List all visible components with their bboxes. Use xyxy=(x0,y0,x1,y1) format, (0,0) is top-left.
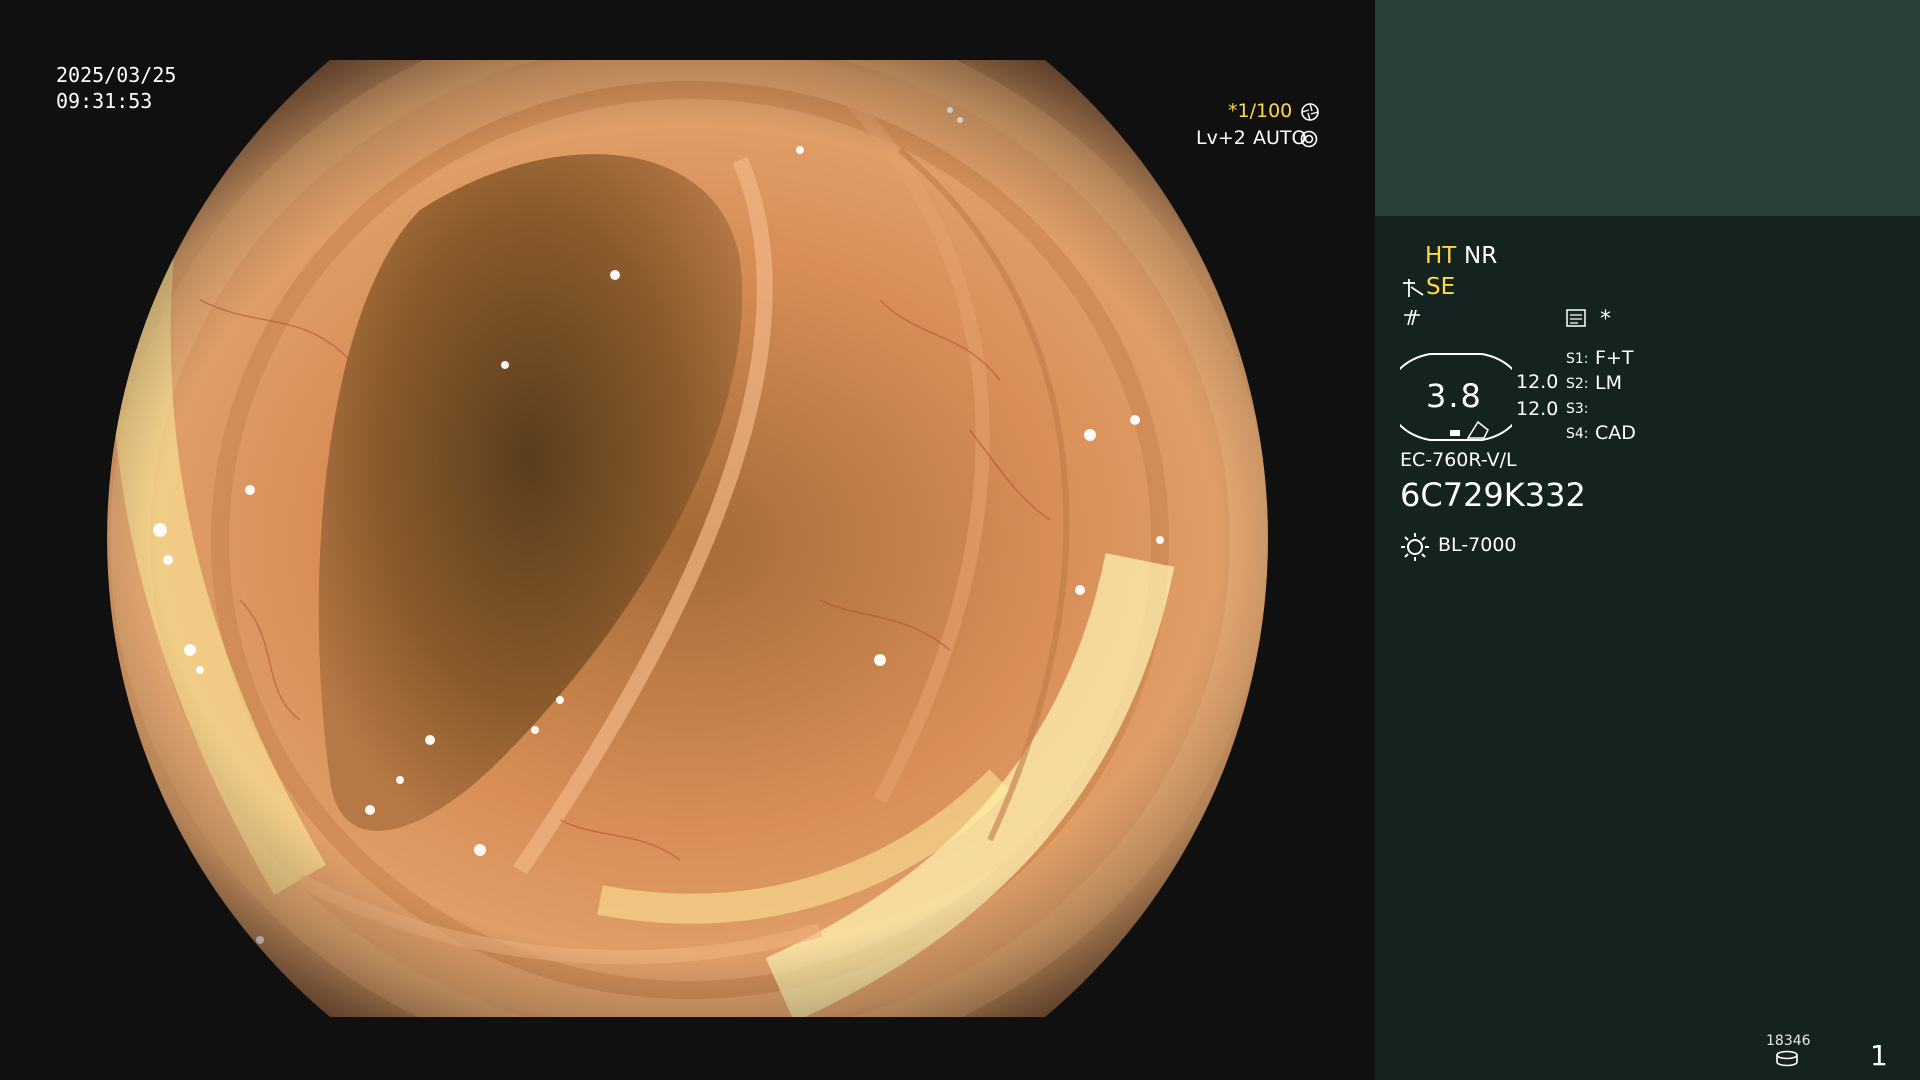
settings-icon xyxy=(1300,130,1318,148)
light-source-label: BL-7000 xyxy=(1438,534,1517,556)
image-settings-icon xyxy=(1566,309,1586,327)
auto-mode-label: AUTO xyxy=(1253,127,1307,149)
shutter-speed-label: *1/100 xyxy=(1228,100,1293,122)
se-mode-label: SE xyxy=(1426,274,1456,300)
s2-label: S2: xyxy=(1566,376,1589,392)
gauge-value: 3.8 xyxy=(1426,377,1483,415)
image-counter-label: 18346 xyxy=(1766,1033,1811,1049)
light-source-icon xyxy=(1401,533,1429,561)
s4-value: CAD xyxy=(1595,422,1636,444)
storage-icon xyxy=(1776,1050,1798,1067)
s4-label: S4: xyxy=(1566,426,1589,442)
date-label: 2025/03/25 xyxy=(56,63,177,87)
info-panel-header-area xyxy=(1375,0,1920,216)
scope-model-label: EC-760R-V/L xyxy=(1400,449,1517,471)
mode-nr-label: NR xyxy=(1464,243,1498,269)
freeze-icon xyxy=(1404,309,1420,326)
s2-value: LM xyxy=(1595,372,1622,394)
value-2: 12.0 xyxy=(1516,398,1559,420)
page-number: 1 xyxy=(1870,1039,1888,1072)
asterisk-indicator: * xyxy=(1600,307,1611,332)
exposure-level-label: Lv+2 xyxy=(1196,127,1246,149)
scope-hand-icon xyxy=(1403,279,1424,297)
s3-label: S3: xyxy=(1566,401,1589,417)
aperture-icon xyxy=(1301,103,1319,121)
s1-label: S1: xyxy=(1566,351,1589,367)
value-1: 12.0 xyxy=(1516,371,1559,393)
s1-value: F+T xyxy=(1595,347,1634,369)
serial-number-label: 6C729K332 xyxy=(1400,476,1586,514)
time-label: 09:31:53 xyxy=(56,89,153,113)
mode-ht-label: HT xyxy=(1425,243,1457,269)
colon-lumen-image xyxy=(107,60,1268,1017)
